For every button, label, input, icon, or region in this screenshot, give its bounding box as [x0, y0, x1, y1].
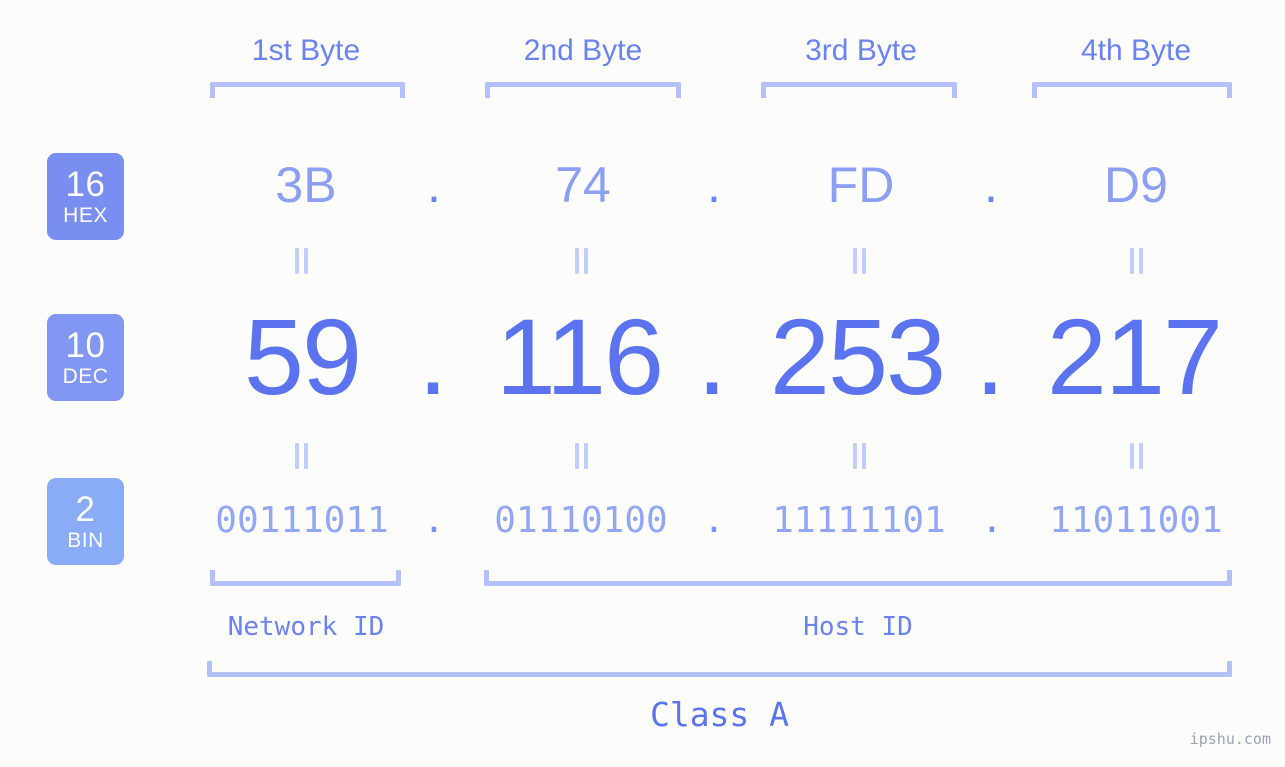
hex-separator-1: . [427, 157, 441, 213]
dec-octet-2: 116 [495, 296, 664, 417]
base-badge-bin-name: BIN [67, 529, 104, 552]
byte-bracket-2 [485, 82, 681, 98]
hex-separator-2: . [707, 157, 721, 213]
equals-connector-dec-bin-2 [570, 443, 592, 469]
equals-connector-dec-bin-4 [1125, 443, 1147, 469]
class-label: Class A [649, 695, 790, 734]
hex-octet-2: 74 [555, 157, 611, 213]
equals-connector-hex-dec-2 [570, 248, 592, 274]
base-badge-dec-number: 10 [65, 326, 106, 365]
byte-header-4: 4th Byte [1080, 34, 1192, 67]
dec-octet-4: 217 [1046, 296, 1223, 417]
equals-connector-hex-dec-1 [290, 248, 312, 274]
base-badge-hex: 16 HEX [47, 153, 124, 240]
host-id-bracket [484, 570, 1232, 586]
equals-connector-dec-bin-3 [848, 443, 870, 469]
base-badge-bin-number: 2 [75, 490, 96, 529]
base-badge-dec: 10 DEC [47, 314, 124, 401]
bin-octet-2: 01110100 [494, 500, 668, 541]
equals-connector-dec-bin-1 [290, 443, 312, 469]
network-id-bracket [210, 570, 401, 586]
bin-octet-3: 11111101 [772, 500, 946, 541]
host-id-label: Host ID [803, 612, 913, 642]
bin-octet-1: 00111011 [215, 500, 389, 541]
bin-octet-4: 11011001 [1049, 500, 1223, 541]
equals-connector-hex-dec-4 [1125, 248, 1147, 274]
byte-header-3: 3rd Byte [805, 34, 917, 67]
ip-breakdown-diagram: 1st Byte 2nd Byte 3rd Byte 4th Byte 16 H… [0, 0, 1285, 767]
network-id-label: Network ID [227, 612, 385, 642]
equals-connector-hex-dec-3 [848, 248, 870, 274]
byte-bracket-4 [1032, 82, 1232, 98]
byte-bracket-3 [761, 82, 957, 98]
byte-header-2: 2nd Byte [523, 34, 643, 67]
base-badge-hex-name: HEX [63, 204, 108, 227]
class-bracket [207, 661, 1232, 677]
hex-octet-3: FD [827, 157, 895, 213]
site-watermark: ipshu.com [1189, 730, 1271, 748]
hex-octet-4: D9 [1104, 157, 1168, 213]
bin-separator-3: . [981, 500, 1003, 541]
byte-bracket-1 [210, 82, 405, 98]
bin-separator-2: . [703, 500, 725, 541]
dec-octet-1: 59 [243, 296, 362, 417]
byte-header-1: 1st Byte [251, 34, 361, 67]
base-badge-hex-number: 16 [65, 165, 106, 204]
hex-octet-1: 3B [275, 157, 337, 213]
dec-octet-3: 253 [769, 296, 946, 417]
bin-separator-1: . [423, 500, 445, 541]
base-badge-dec-name: DEC [62, 365, 109, 388]
base-badge-bin: 2 BIN [47, 478, 124, 565]
